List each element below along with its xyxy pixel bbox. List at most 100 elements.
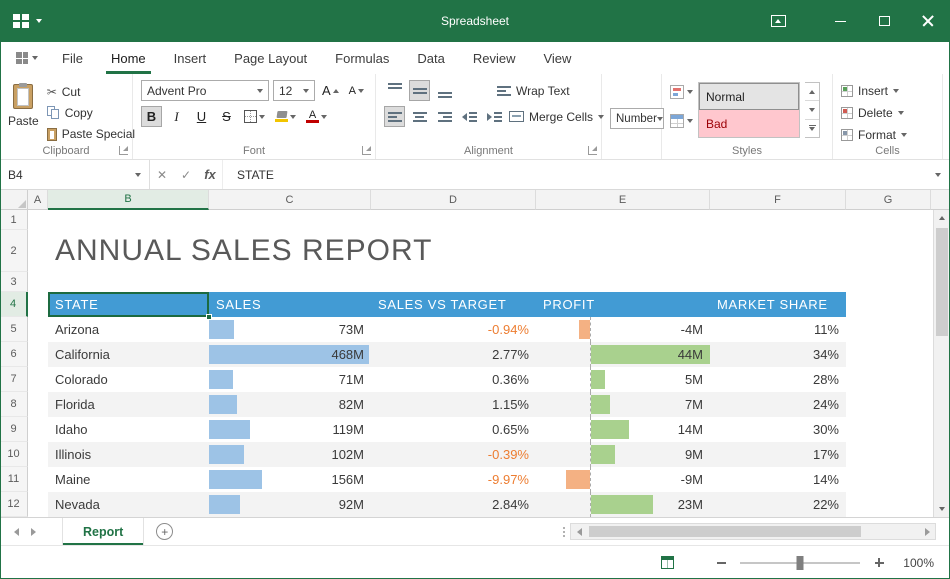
- bold-button[interactable]: B: [141, 106, 162, 127]
- ribbon-display-options-button[interactable]: [756, 0, 800, 42]
- column-header-B[interactable]: B: [48, 190, 209, 210]
- align-top-button[interactable]: [384, 80, 405, 101]
- cell-F11[interactable]: 14%: [710, 467, 846, 492]
- row-header-1[interactable]: 1: [0, 210, 28, 230]
- scroll-right-button[interactable]: [919, 524, 935, 539]
- cell-G3[interactable]: [846, 272, 931, 292]
- gallery-up-button[interactable]: [805, 83, 819, 101]
- clipboard-dialog-launcher-icon[interactable]: [119, 146, 128, 155]
- align-middle-button[interactable]: [409, 80, 430, 101]
- cell-B12[interactable]: Nevada: [48, 492, 209, 517]
- format-as-table-button[interactable]: [670, 111, 693, 131]
- selection-fill-handle[interactable]: [206, 314, 212, 320]
- zoom-in-button[interactable]: [870, 554, 888, 572]
- column-header-C[interactable]: C: [209, 190, 371, 210]
- row-header-10[interactable]: 10: [0, 442, 28, 467]
- cell-G5[interactable]: [846, 317, 931, 342]
- align-left-button[interactable]: [384, 106, 405, 127]
- cell-B11[interactable]: Maine: [48, 467, 209, 492]
- cell-E6[interactable]: 44M: [536, 342, 710, 367]
- formula-input[interactable]: STATE: [222, 160, 926, 189]
- row-header-7[interactable]: 7: [0, 367, 28, 392]
- number-format-dropdown[interactable]: Number: [610, 108, 664, 129]
- font-name-combobox[interactable]: Advent Pro: [141, 80, 269, 101]
- cell-F9[interactable]: 30%: [710, 417, 846, 442]
- increase-indent-button[interactable]: [484, 106, 505, 127]
- cancel-formula-button[interactable]: ✕: [150, 160, 174, 189]
- zoom-out-button[interactable]: [712, 554, 730, 572]
- cell-B10[interactable]: Illinois: [48, 442, 209, 467]
- row-header-8[interactable]: 8: [0, 392, 28, 417]
- cell-D12[interactable]: 2.84%: [371, 492, 536, 517]
- cell-B8[interactable]: Florida: [48, 392, 209, 417]
- cell-F1[interactable]: [710, 210, 846, 230]
- cell-C3[interactable]: [209, 272, 371, 292]
- paste-special-button[interactable]: Paste Special: [47, 125, 135, 143]
- cell-F6[interactable]: 34%: [710, 342, 846, 367]
- cell-E2[interactable]: [536, 230, 710, 272]
- cell-B4[interactable]: STATE: [48, 292, 209, 317]
- cell-E10[interactable]: 9M: [536, 442, 710, 467]
- scroll-left-button[interactable]: [571, 524, 587, 539]
- cell-C11[interactable]: 156M: [209, 467, 371, 492]
- cell-F3[interactable]: [710, 272, 846, 292]
- cell-D4[interactable]: SALES VS TARGET: [371, 292, 536, 317]
- alignment-dialog-launcher-icon[interactable]: [588, 146, 597, 155]
- cell-B2[interactable]: ANNUAL SALES REPORT: [48, 230, 209, 272]
- delete-cells-button[interactable]: Delete: [841, 104, 938, 121]
- column-header-D[interactable]: D: [371, 190, 536, 210]
- maximize-button[interactable]: [862, 0, 906, 42]
- merge-cells-button[interactable]: Merge Cells: [509, 107, 604, 126]
- zoom-slider[interactable]: [740, 562, 860, 564]
- font-size-combobox[interactable]: 12: [273, 80, 315, 101]
- cell-G12[interactable]: [846, 492, 931, 517]
- cell-D8[interactable]: 1.15%: [371, 392, 536, 417]
- cell-B6[interactable]: California: [48, 342, 209, 367]
- cell-E7[interactable]: 5M: [536, 367, 710, 392]
- cell-E9[interactable]: 14M: [536, 417, 710, 442]
- cell-A11[interactable]: [28, 467, 48, 492]
- close-button[interactable]: [906, 0, 950, 42]
- cell-A2[interactable]: [28, 230, 48, 272]
- cell-D5[interactable]: -0.94%: [371, 317, 536, 342]
- cell-C12[interactable]: 92M: [209, 492, 371, 517]
- horizontal-scrollbar[interactable]: [570, 523, 936, 540]
- cell-F4[interactable]: MARKET SHARE: [710, 292, 846, 317]
- font-color-button[interactable]: A: [303, 106, 330, 127]
- style-item-bad[interactable]: Bad: [699, 110, 799, 137]
- align-right-button[interactable]: [434, 106, 455, 127]
- underline-button[interactable]: U: [191, 106, 212, 127]
- cell-A1[interactable]: [28, 210, 48, 230]
- app-menu-caret-icon[interactable]: [36, 19, 42, 23]
- cell-A4[interactable]: [28, 292, 48, 317]
- tab-formulas[interactable]: Formulas: [321, 42, 403, 74]
- cell-D9[interactable]: 0.65%: [371, 417, 536, 442]
- cell-C6[interactable]: 468M: [209, 342, 371, 367]
- cell-A8[interactable]: [28, 392, 48, 417]
- cell-D1[interactable]: [371, 210, 536, 230]
- cell-F2[interactable]: [710, 230, 846, 272]
- vertical-scrollbar[interactable]: [933, 210, 950, 517]
- cell-F8[interactable]: 24%: [710, 392, 846, 417]
- cell-B9[interactable]: Idaho: [48, 417, 209, 442]
- cell-D11[interactable]: -9.97%: [371, 467, 536, 492]
- cell-D7[interactable]: 0.36%: [371, 367, 536, 392]
- cell-G8[interactable]: [846, 392, 931, 417]
- cell-E5[interactable]: -4M: [536, 317, 710, 342]
- cut-button[interactable]: ✂ Cut: [47, 83, 135, 101]
- cell-A3[interactable]: [28, 272, 48, 292]
- cell-B3[interactable]: [48, 272, 209, 292]
- wrap-text-button[interactable]: Wrap Text: [497, 81, 570, 100]
- cell-F12[interactable]: 22%: [710, 492, 846, 517]
- cell-F7[interactable]: 28%: [710, 367, 846, 392]
- scroll-down-button[interactable]: [934, 501, 950, 517]
- italic-button[interactable]: I: [166, 106, 187, 127]
- tab-review[interactable]: Review: [459, 42, 530, 74]
- cell-E12[interactable]: 23M: [536, 492, 710, 517]
- decrease-indent-button[interactable]: [459, 106, 480, 127]
- cell-C5[interactable]: 73M: [209, 317, 371, 342]
- cell-G6[interactable]: [846, 342, 931, 367]
- row-header-12[interactable]: 12: [0, 492, 28, 517]
- insert-cells-button[interactable]: Insert: [841, 82, 938, 99]
- ribbon-menu-button[interactable]: [6, 42, 48, 74]
